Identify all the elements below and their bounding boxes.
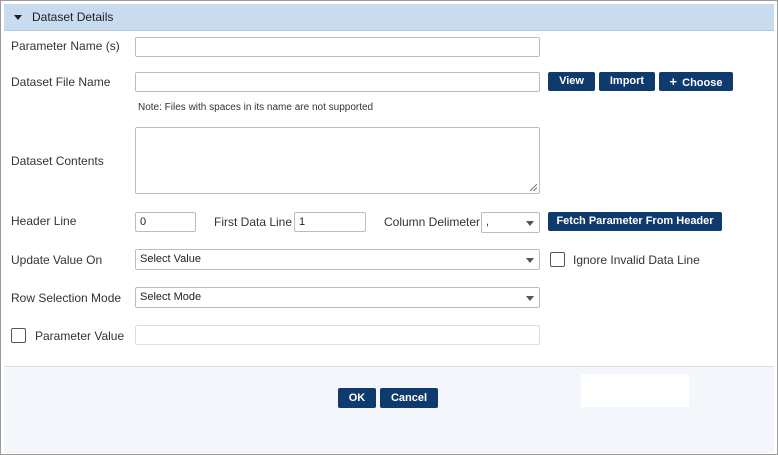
section-title: Dataset Details [32,10,114,24]
section-header[interactable]: Dataset Details [4,4,774,31]
dataset-contents-textarea[interactable] [135,127,540,194]
ignore-invalid-checkbox[interactable] [550,252,565,267]
chevron-down-icon [526,221,534,226]
dataset-contents-label: Dataset Contents [11,154,104,168]
parameter-value-input[interactable] [135,325,540,345]
column-delimiter-select[interactable]: , [481,212,540,233]
parameter-value-checkbox[interactable] [11,328,26,343]
caret-down-icon[interactable] [14,15,22,20]
plus-icon: + [669,74,678,89]
parameter-name-input[interactable] [135,37,540,57]
row-selection-mode-select[interactable]: Select Mode [135,287,540,308]
update-value-on-value: Select Value [140,253,201,265]
resize-grip-icon[interactable] [530,184,537,191]
choose-button[interactable]: + Choose [659,72,733,91]
dataset-details-dialog: Dataset Details Parameter Name (s) Datas… [0,0,778,455]
ignore-invalid-label: Ignore Invalid Data Line [573,253,700,267]
view-button[interactable]: View [548,72,595,91]
first-data-line-label: First Data Line [214,215,293,229]
update-value-on-label: Update Value On [11,253,103,267]
cancel-button[interactable]: Cancel [380,388,438,408]
ok-button[interactable]: OK [338,388,376,408]
choose-label: Choose [682,77,723,89]
header-line-input[interactable]: 0 [135,212,196,232]
row-selection-mode-value: Select Mode [140,291,202,303]
parameter-value-label: Parameter Value [35,329,125,343]
first-data-line-input[interactable]: 1 [294,212,366,232]
update-value-on-select[interactable]: Select Value [135,249,540,270]
file-name-note: Note: Files with spaces in its name are … [138,102,374,113]
header-line-label: Header Line [11,214,77,228]
dataset-file-name-input[interactable] [135,72,540,92]
import-button[interactable]: Import [599,72,655,91]
column-delimiter-value: , [486,216,490,228]
dataset-file-name-label: Dataset File Name [11,75,111,89]
parameter-name-label: Parameter Name (s) [11,39,120,53]
chevron-down-icon [526,258,534,263]
chevron-down-icon [526,296,534,301]
fetch-parameter-button[interactable]: Fetch Parameter From Header [548,212,722,231]
footer-blank-area [581,374,689,407]
column-delimiter-label: Column Delimeter [384,215,481,229]
row-selection-mode-label: Row Selection Mode [11,291,122,305]
